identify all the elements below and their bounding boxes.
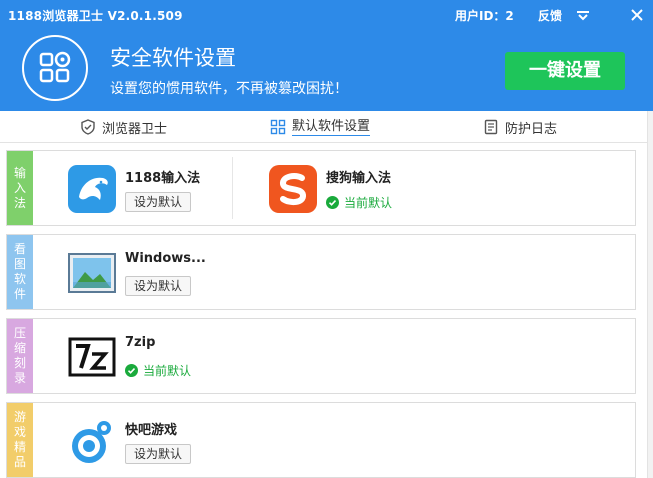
category-card-games: 游 戏 精 品 快吧游戏 设为默认 <box>6 402 636 478</box>
tab-protection-log[interactable]: 防护日志 <box>483 111 557 143</box>
divider <box>232 157 233 219</box>
title-bar: 1188浏览器卫士 V2.0.1.509 用户ID：2 反馈 <box>0 0 653 30</box>
category-label-compression: 压 缩 刻 录 <box>7 319 33 393</box>
7zip-icon <box>68 337 116 377</box>
tab-browser-guard[interactable]: 浏览器卫士 <box>80 111 167 143</box>
app-title: 1188浏览器卫士 V2.0.1.509 <box>8 9 183 23</box>
shield-icon <box>81 119 95 135</box>
minimize-button[interactable] <box>574 6 592 24</box>
page-subtitle: 设置您的惯用软件，不再被篡改困扰！ <box>110 81 348 97</box>
close-icon <box>631 9 643 21</box>
set-default-button[interactable]: 设为默认 <box>125 192 191 212</box>
current-default-status: 当前默认 <box>125 362 191 379</box>
app-name: 搜狗输入法 <box>326 171 392 186</box>
set-default-button[interactable]: 设为默认 <box>125 444 191 464</box>
dolphin-icon <box>68 165 116 213</box>
category-label-input-method: 输 入 法 <box>7 151 33 225</box>
settings-logo <box>22 35 88 101</box>
category-card-compression: 压 缩 刻 录 7zip 当前默认 <box>6 318 636 394</box>
tab-bar: 浏览器卫士 默认软件设置 防护日志 <box>0 111 653 143</box>
apps-settings-icon <box>39 51 71 83</box>
current-default-status: 当前默认 <box>326 194 392 211</box>
page-title: 安全软件设置 <box>110 46 236 70</box>
app-name: 快吧游戏 <box>125 423 178 438</box>
photo-viewer-icon <box>68 253 116 293</box>
check-circle-icon <box>125 364 138 377</box>
tab-label: 默认软件设置 <box>292 118 371 136</box>
close-button[interactable] <box>628 6 646 24</box>
app-name: Windows... <box>125 251 206 266</box>
category-label-image-viewer: 看 图 软 件 <box>7 235 33 309</box>
tab-label: 防护日志 <box>505 121 558 137</box>
kuaiba-icon <box>72 421 111 463</box>
category-card-image-viewer: 看 图 软 件 Windows... 设为默认 <box>6 234 636 310</box>
category-label-games: 游 戏 精 品 <box>7 403 33 477</box>
one-key-setup-button[interactable]: 一键设置 <box>505 52 625 90</box>
user-id-label: 用户ID：2 <box>455 9 514 23</box>
grid-icon <box>270 119 286 135</box>
log-icon <box>484 119 498 135</box>
category-card-input-method: 输 入 法 1188输入法 设为默认 搜狗输入法 当前默认 <box>6 150 636 226</box>
tab-label: 浏览器卫士 <box>102 121 168 137</box>
feedback-link[interactable]: 反馈 <box>538 7 562 24</box>
check-circle-icon <box>326 196 339 209</box>
app-name: 1188输入法 <box>125 171 201 186</box>
app-name: 7zip <box>125 335 156 350</box>
sogou-icon <box>269 165 317 213</box>
scroll-edge <box>647 111 653 478</box>
set-default-button[interactable]: 设为默认 <box>125 276 191 296</box>
tab-default-software[interactable]: 默认软件设置 <box>270 111 371 143</box>
header-bar: 1188浏览器卫士 V2.0.1.509 用户ID：2 反馈 安全软件设置 设置… <box>0 0 653 111</box>
minimize-icon <box>577 11 589 21</box>
